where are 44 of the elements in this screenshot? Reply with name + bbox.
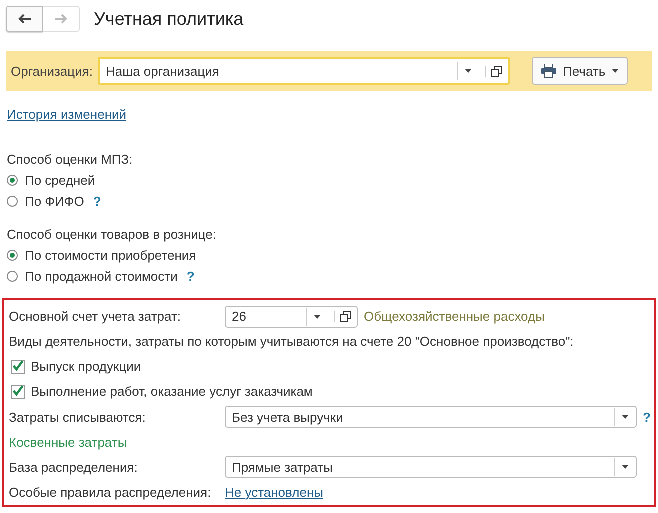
open-icon[interactable] bbox=[485, 66, 502, 76]
dropdown-icon[interactable] bbox=[314, 314, 321, 319]
rules-link[interactable]: Не установлены bbox=[225, 484, 324, 500]
history-link[interactable]: История изменений bbox=[7, 107, 127, 122]
help-link[interactable]: ? bbox=[93, 194, 102, 209]
caret-icon bbox=[612, 69, 619, 73]
open-icon[interactable] bbox=[334, 311, 351, 322]
organization-label: Организация: bbox=[11, 64, 94, 78]
account-description: Общехозяйственные расходы bbox=[364, 309, 545, 324]
printer-icon bbox=[541, 64, 558, 78]
help-link[interactable]: ? bbox=[186, 269, 195, 284]
radio-label[interactable]: По стоимости приобретения bbox=[25, 248, 196, 263]
distribution-base-field[interactable]: Прямые затраты bbox=[225, 456, 637, 478]
write-off-field[interactable]: Без учета выручки bbox=[225, 406, 637, 428]
checkbox-label[interactable]: Выпуск продукции bbox=[31, 359, 142, 374]
checkbox-label[interactable]: Выполнение работ, оказание услуг заказчикам bbox=[31, 384, 313, 400]
checkbox[interactable] bbox=[11, 384, 25, 399]
dropdown-icon[interactable] bbox=[622, 465, 629, 470]
radio-button[interactable] bbox=[7, 175, 18, 186]
checkbox[interactable] bbox=[11, 360, 25, 374]
organization-field[interactable]: Наша организация bbox=[98, 57, 510, 85]
print-button[interactable]: Печать bbox=[532, 57, 628, 85]
back-button[interactable] bbox=[6, 6, 43, 32]
account-field[interactable]: 26 bbox=[225, 306, 358, 328]
field-label: Особые правила распределения: bbox=[9, 484, 212, 500]
right-arrow-icon bbox=[54, 14, 68, 24]
section-label: Способ оценки товаров в рознице: bbox=[7, 227, 218, 242]
radio-label[interactable]: По продажной стоимости bbox=[25, 269, 178, 284]
dropdown-icon[interactable] bbox=[622, 415, 629, 420]
field-label: База распределения: bbox=[9, 460, 139, 475]
left-arrow-icon bbox=[18, 14, 32, 24]
radio-button[interactable] bbox=[7, 271, 18, 282]
radio-button[interactable] bbox=[7, 196, 18, 207]
radio-label[interactable]: По ФИФО bbox=[25, 194, 84, 209]
field-label: Основной счет учета затрат: bbox=[9, 309, 182, 324]
section-heading: Косвенные затраты bbox=[9, 434, 128, 450]
radio-label[interactable]: По средней bbox=[25, 173, 96, 188]
dropdown-icon[interactable] bbox=[465, 69, 472, 73]
activities-label: Виды деятельности, затраты по которым учитываются на счете 20 "Основное производство": bbox=[9, 334, 574, 350]
help-link[interactable]: ? bbox=[643, 410, 651, 425]
field-label: Затраты списываются: bbox=[9, 410, 147, 425]
radio-button[interactable] bbox=[7, 250, 18, 261]
section-label: Способ оценки МПЗ: bbox=[7, 152, 134, 167]
window-title: Учетная политика bbox=[94, 8, 244, 30]
